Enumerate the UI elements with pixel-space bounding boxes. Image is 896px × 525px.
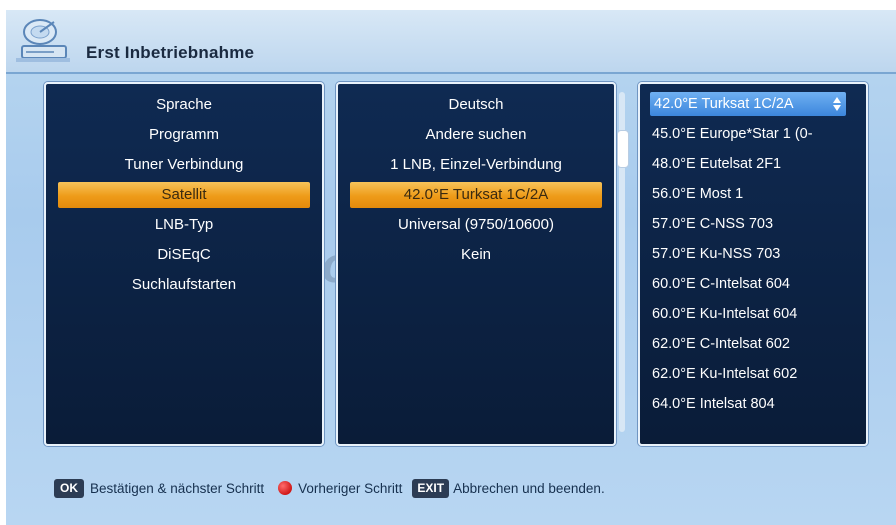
satellite-dish-icon: [16, 19, 70, 62]
satellite-list-item[interactable]: 64.0°E Intelsat 804: [652, 392, 862, 416]
settings-values-panel: Deutsch Andere suchen 1 LNB, Einzel-Verb…: [336, 82, 616, 446]
satellite-list-item[interactable]: 62.0°E Ku-Intelsat 602: [652, 362, 862, 386]
menu-item-suchlaufstarten[interactable]: Suchlaufstarten: [46, 272, 322, 298]
menu-item-tuner-verbindung[interactable]: Tuner Verbindung: [46, 152, 322, 178]
satellite-list-panel: 42.0°E Turksat 1C/2A 45.0°E Europe*Star …: [638, 82, 868, 446]
satellite-list-item[interactable]: 57.0°E Ku-NSS 703: [652, 242, 862, 266]
value-programm[interactable]: Andere suchen: [338, 122, 614, 148]
red-hint-label: Vorheriger Schritt: [298, 480, 403, 496]
satellite-list-item[interactable]: 48.0°E Eutelsat 2F1: [652, 152, 862, 176]
scrollbar-thumb[interactable]: [617, 130, 629, 168]
value-lnb-typ[interactable]: Universal (9750/10600): [338, 212, 614, 238]
value-tuner-verbindung[interactable]: 1 LNB, Einzel-Verbindung: [338, 152, 614, 178]
menu-item-lnb-typ[interactable]: LNB-Typ: [46, 212, 322, 238]
menu-item-diseqc[interactable]: DiSEqC: [46, 242, 322, 268]
exit-key-icon: EXIT: [412, 478, 450, 498]
satellite-list-item-label: 42.0°E Turksat 1C/2A: [654, 96, 794, 112]
menu-item-satellit[interactable]: Satellit: [58, 182, 310, 208]
key-hints-bar: OK Bestätigen & nächster Schritt Vorheri…: [54, 476, 605, 500]
setup-screen: Erst Inbetriebnahme homecast Sprache Pro…: [6, 10, 896, 525]
satellite-list-item[interactable]: 42.0°E Turksat 1C/2A: [650, 92, 846, 116]
page-title: Erst Inbetriebnahme: [86, 43, 255, 62]
value-sprache[interactable]: Deutsch: [338, 92, 614, 118]
menu-item-sprache[interactable]: Sprache: [46, 92, 322, 118]
settings-menu-panel: Sprache Programm Tuner Verbindung Satell…: [44, 82, 324, 446]
value-diseqc[interactable]: Kein: [338, 242, 614, 268]
satellite-list-item[interactable]: 56.0°E Most 1: [652, 182, 862, 206]
red-button-icon: [278, 481, 293, 495]
satellite-list-item[interactable]: 60.0°E C-Intelsat 604: [652, 272, 862, 296]
up-down-arrows-icon: [833, 97, 841, 111]
ok-hint-label: Bestätigen & nächster Schritt: [90, 480, 265, 496]
satellite-list-item[interactable]: 45.0°E Europe*Star 1 (0-: [652, 122, 862, 146]
value-satellit[interactable]: 42.0°E Turksat 1C/2A: [350, 182, 602, 208]
title-bar: Erst Inbetriebnahme: [6, 10, 896, 74]
exit-hint-label: Abbrechen und beenden.: [453, 480, 605, 496]
menu-item-programm[interactable]: Programm: [46, 122, 322, 148]
ok-key-icon: OK: [54, 478, 84, 498]
satellite-list-item[interactable]: 60.0°E Ku-Intelsat 604: [652, 302, 862, 326]
satellite-list-item[interactable]: 57.0°E C-NSS 703: [652, 212, 862, 236]
satellite-list-item[interactable]: 62.0°E C-Intelsat 602: [652, 332, 862, 356]
